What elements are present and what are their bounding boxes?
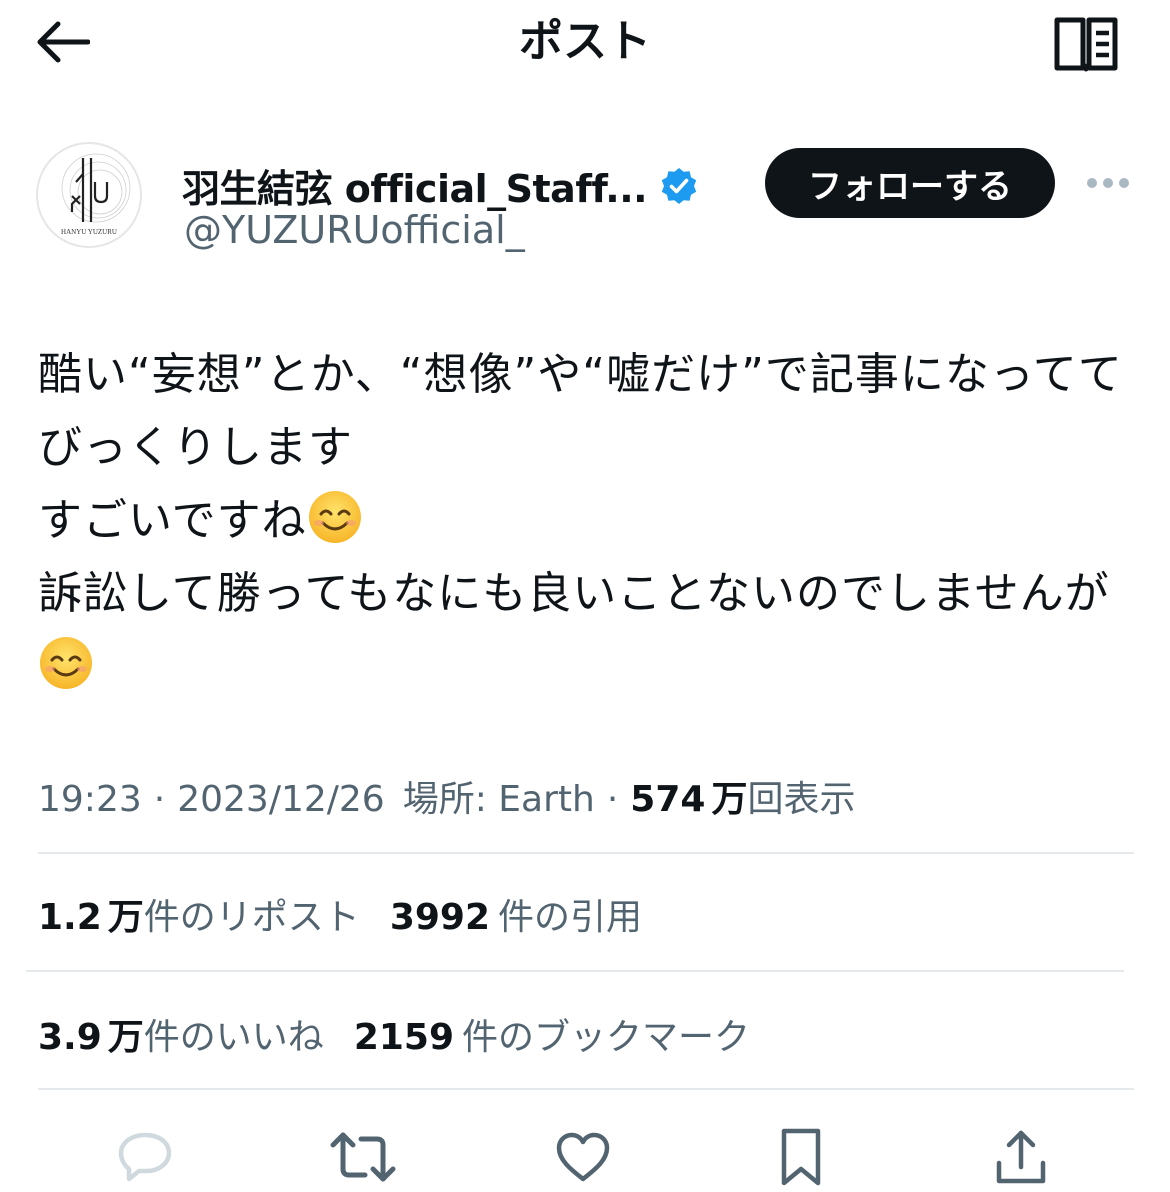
repost-icon — [330, 1132, 396, 1182]
divider — [38, 1088, 1134, 1090]
tweet-line-emoji — [38, 630, 1138, 703]
reposts-count[interactable]: 1.2 — [38, 897, 102, 938]
divider — [26, 970, 1124, 972]
smiling-face-icon — [40, 637, 92, 689]
stats-row-reposts: 1.2 万 件のリポスト 3992 件の引用 — [38, 888, 672, 940]
views-unit: 万 — [711, 779, 748, 820]
separator: · — [606, 779, 619, 820]
avatar[interactable]: HANYU YUZURU — [36, 142, 142, 248]
quotes-count[interactable]: 3992 — [390, 897, 490, 938]
display-name[interactable]: 羽生結弦 official_Staff... — [182, 158, 648, 213]
bookmarks-label[interactable]: 件のブックマーク — [462, 1008, 750, 1060]
smiling-face-icon — [308, 491, 361, 543]
tweet-location: 場所: Earth — [402, 779, 595, 820]
display-name-row[interactable]: 羽生結弦 official_Staff... — [182, 158, 699, 213]
tweet-line: 酷い“妄想”とか、“想像”や“嘘だけ”で記事になってて — [38, 349, 1123, 400]
reply-button[interactable] — [110, 1122, 180, 1192]
views-number: 574 — [630, 779, 706, 820]
reposts-unit[interactable]: 万 — [108, 888, 144, 940]
bookmark-icon — [781, 1128, 821, 1186]
page-title: ポスト — [519, 16, 651, 67]
more-icon — [1087, 178, 1129, 188]
like-button[interactable] — [548, 1122, 618, 1192]
reposts-label[interactable]: 件のリポスト — [144, 888, 360, 940]
divider — [38, 852, 1134, 854]
bookmark-button[interactable] — [766, 1122, 836, 1192]
like-icon — [556, 1132, 610, 1182]
reader-mode-button[interactable] — [1048, 12, 1124, 76]
tweet-text: 酷い“妄想”とか、“想像”や“嘘だけ”で記事になってて びっくりします すごいで… — [38, 338, 1138, 703]
verified-badge-icon — [661, 167, 697, 204]
tweet-date[interactable]: 2023/12/26 — [177, 779, 385, 820]
reply-icon — [118, 1132, 172, 1182]
quotes-label[interactable]: 件の引用 — [498, 888, 642, 940]
likes-label[interactable]: 件のいいね — [144, 1008, 324, 1060]
repost-button[interactable] — [328, 1122, 398, 1192]
likes-count[interactable]: 3.9 — [38, 1017, 102, 1058]
tweet-meta: 19:23 · 2023/12/26 場所: Earth · 574 万 回表示 — [38, 770, 855, 822]
stats-row-likes: 3.9 万 件のいいね 2159 件のブックマーク — [38, 1008, 780, 1060]
more-options-button[interactable] — [1080, 160, 1136, 206]
tweet-time[interactable]: 19:23 — [38, 779, 142, 820]
action-bar — [0, 1112, 1170, 1188]
bookmarks-count[interactable]: 2159 — [354, 1017, 454, 1058]
share-button[interactable] — [986, 1122, 1056, 1192]
views-label: 回表示 — [747, 779, 856, 820]
tweet-line: びっくりします — [38, 422, 353, 473]
avatar-text: HANYU YUZURU — [61, 228, 117, 236]
book-icon — [1054, 17, 1118, 72]
likes-unit[interactable]: 万 — [108, 1008, 144, 1060]
separator: · — [153, 779, 166, 820]
follow-button[interactable]: フォローする — [765, 148, 1055, 218]
logo-icon: HANYU YUZURU — [39, 145, 139, 245]
share-icon — [996, 1130, 1046, 1184]
tweet-line: すごいですね — [38, 495, 307, 546]
tweet-line: 訴訟して勝ってもなにも良いことないのでしませんが — [38, 568, 1110, 619]
tweet-line-with-emoji: すごいですね — [38, 484, 1138, 557]
user-handle[interactable]: @YUZURUofficial_ — [184, 208, 525, 252]
